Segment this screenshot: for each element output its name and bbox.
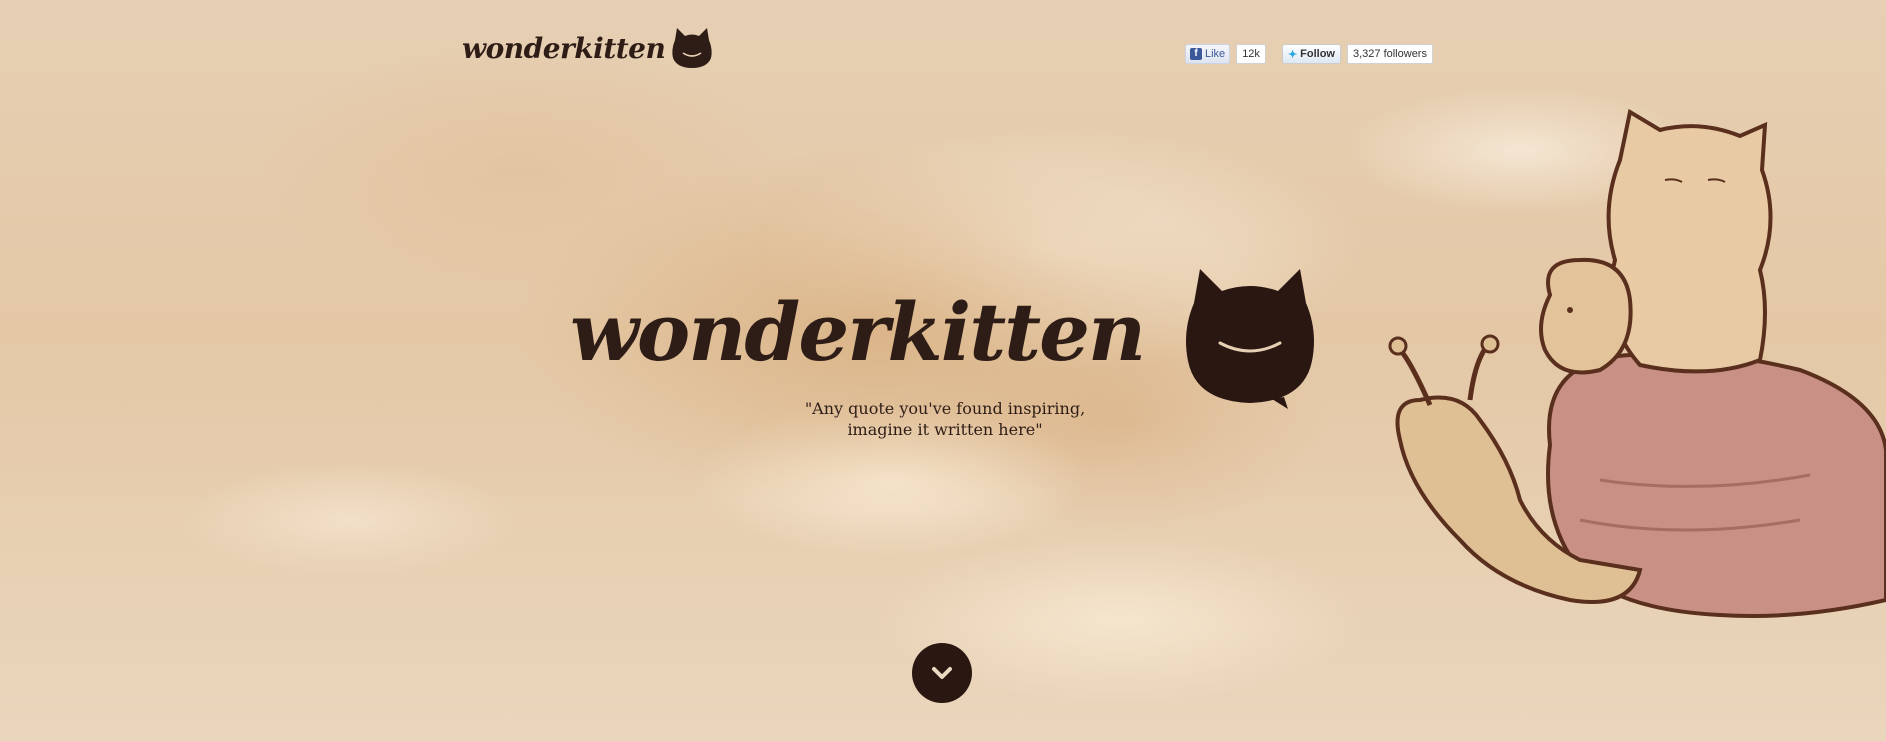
twitter-follow-button[interactable]: ✦ Follow (1281, 44, 1341, 64)
social-buttons: f Like 12k ✦ Follow 3,327 followers (1185, 44, 1433, 64)
kitten-silhouette-icon (1186, 269, 1314, 409)
like-label: Like (1205, 48, 1226, 60)
hero-title: wonderkitten (570, 285, 1146, 379)
quote-line-1: "Any quote you've found inspiring, (804, 399, 1086, 418)
like-count: 12k (1236, 44, 1266, 64)
cat-on-snail-illustration (1388, 108, 1886, 618)
hero-quote: "Any quote you've found inspiring, imagi… (700, 398, 1190, 440)
chevron-down-icon (932, 667, 952, 679)
hero-logo: wonderkitten (570, 255, 1320, 415)
followers-count: 3,327 followers (1346, 44, 1433, 64)
header-logo[interactable]: wonderkitten (462, 26, 713, 70)
header-logo-text: wonderkitten (462, 31, 666, 65)
scroll-down-button[interactable] (912, 643, 972, 703)
facebook-icon: f (1190, 48, 1202, 60)
kitten-silhouette-icon (672, 28, 713, 68)
follow-label: Follow (1300, 48, 1335, 60)
quote-line-2: imagine it written here" (847, 420, 1043, 439)
facebook-like-button[interactable]: f Like (1185, 44, 1231, 64)
twitter-bird-icon: ✦ (1287, 48, 1298, 61)
